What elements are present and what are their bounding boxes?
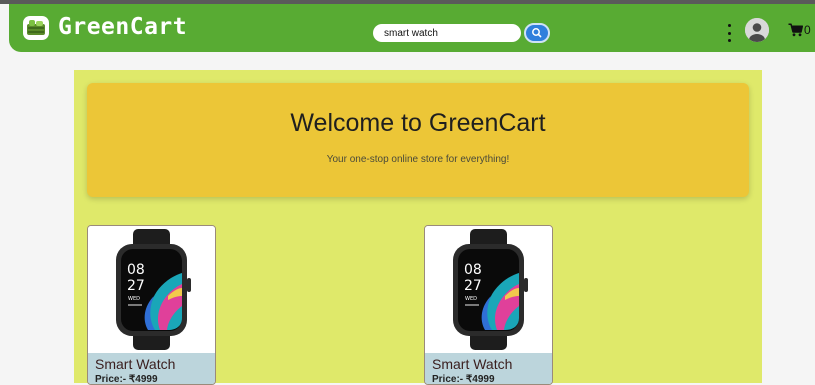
cart-icon: [788, 23, 803, 37]
product-price: Price:- ₹4999: [432, 374, 495, 385]
product-info: Smart Watch Price:- ₹4999: [425, 353, 552, 385]
watch-minute: 27: [127, 278, 145, 294]
search-input[interactable]: [373, 24, 521, 42]
search-icon: [532, 28, 542, 38]
watch-day: WED: [128, 296, 140, 302]
watch-minute: 27: [464, 278, 482, 294]
watch-day: WED: [465, 296, 477, 302]
user-avatar-icon[interactable]: [745, 18, 769, 42]
brand-name[interactable]: GreenCart: [58, 11, 187, 43]
product-info: Smart Watch Price:- ₹4999: [88, 353, 215, 385]
product-price: Price:- ₹4999: [95, 374, 158, 385]
product-name[interactable]: Smart Watch: [95, 356, 175, 372]
cart-button[interactable]: 0: [788, 21, 811, 39]
search-button[interactable]: [524, 23, 550, 43]
welcome-banner: Welcome to GreenCart Your one-stop onlin…: [87, 83, 749, 197]
cart-count: 0: [804, 23, 811, 37]
product-card[interactable]: 08 27 WED Smart Watch Price:- ₹4999: [87, 225, 216, 385]
watch-hour: 08: [127, 262, 145, 278]
kebab-menu-icon[interactable]: [725, 24, 733, 42]
banner-title: Welcome to GreenCart: [290, 109, 546, 137]
main-content: Welcome to GreenCart Your one-stop onlin…: [74, 70, 762, 385]
smart-watch-product-image[interactable]: 08 27 WED: [425, 226, 552, 353]
basket-logo-icon[interactable]: [23, 16, 49, 40]
product-card[interactable]: 08 27 WED Smart Watch Price:- ₹4999: [424, 225, 553, 385]
watch-hour: 08: [464, 262, 482, 278]
navbar: GreenCart 0: [9, 4, 815, 52]
smart-watch-product-image[interactable]: 08 27 WED: [88, 226, 215, 353]
banner-subtitle: Your one-stop online store for everythin…: [326, 154, 510, 165]
product-name[interactable]: Smart Watch: [432, 356, 512, 372]
